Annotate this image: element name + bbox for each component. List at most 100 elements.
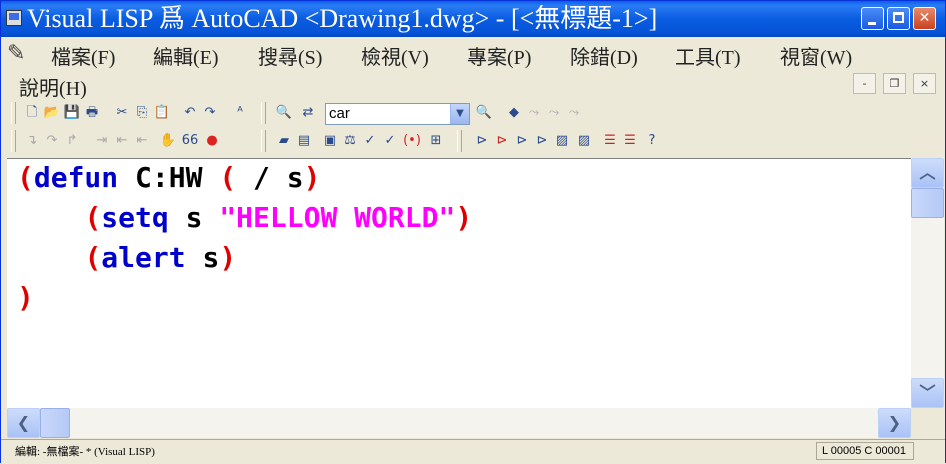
mdi-minimize-button[interactable]: - (853, 73, 876, 94)
scroll-up-arrow-icon[interactable]: ︿ (911, 158, 944, 188)
save-icon[interactable]: 💾 (63, 104, 81, 122)
minimize-icon (868, 22, 876, 25)
standard-toolbar: 🗋 📂 💾 🖶 ✂ ⎘ 📋 ↶ ↷ ᴬ 🔍 ⇄ car ▼ 🔍 ◆ ⤳ ⤳ ⤳ (9, 100, 939, 128)
menu-search[interactable]: 搜尋(S) (258, 41, 322, 70)
new-file-icon[interactable]: 🗋 (23, 104, 41, 122)
code-token: "HELLOW WORLD" (219, 201, 456, 234)
chevron-down-icon[interactable]: ▼ (450, 104, 469, 124)
help-icon[interactable]: ? (643, 132, 661, 150)
toolbar-grip[interactable] (457, 130, 462, 152)
select-window-icon[interactable]: ▤ (295, 132, 313, 150)
close-button[interactable]: ✕ (913, 7, 936, 30)
code-token: ) (455, 201, 473, 234)
scrollbar-corner (911, 408, 944, 438)
code-token: s (168, 201, 220, 234)
toggle-breakpoint-icon[interactable]: ✋ (159, 132, 177, 150)
quit-icon[interactable]: ⇤ (113, 132, 131, 150)
menu-help[interactable]: 說明(H) (19, 72, 87, 101)
scroll-down-arrow-icon[interactable]: ﹀ (911, 378, 944, 408)
format-selection-icon[interactable]: ⊞ (427, 132, 445, 150)
scroll-left-arrow-icon[interactable]: ❮ (7, 408, 40, 438)
paste-icon[interactable]: 📋 (153, 104, 171, 122)
previous-bookmark-icon[interactable]: ⤳ (545, 104, 563, 122)
step-into-icon[interactable]: ↴ (23, 132, 41, 150)
menu-edit[interactable]: 編輯(E) (153, 41, 219, 70)
code-line[interactable]: ) (17, 281, 34, 315)
activate-autocad-icon[interactable]: ▰ (275, 132, 293, 150)
clear-bookmarks-icon[interactable]: ⤳ (565, 104, 583, 122)
check-selection-icon[interactable]: ✓ (381, 132, 399, 150)
cut-icon[interactable]: ✂ (113, 104, 131, 122)
title-bar[interactable]: Visual LISP 爲 AutoCAD <Drawing1.dwg> - [… (1, 1, 945, 37)
code-token: C:HW (118, 161, 220, 194)
vertical-scrollbar[interactable]: ︿ ﹀ (911, 158, 944, 408)
comment-block-icon[interactable]: ☰ (601, 132, 619, 150)
stack-icon[interactable]: ▨ (575, 132, 593, 150)
mdi-close-button[interactable]: × (913, 73, 936, 94)
close-icon: ✕ (918, 10, 931, 26)
inspect-icon[interactable]: ⊳ (473, 132, 491, 150)
menu-project[interactable]: 專案(P) (467, 41, 531, 70)
mdi-restore-button[interactable]: ❐ (883, 73, 906, 94)
symbol-service-icon[interactable]: ⊳ (513, 132, 531, 150)
load-selection-icon[interactable]: ⚖ (341, 132, 359, 150)
load-active-window-icon[interactable]: ▣ (321, 132, 339, 150)
next-bookmark-icon[interactable]: ⤳ (525, 104, 543, 122)
menu-debug[interactable]: 除錯(D) (570, 41, 638, 70)
maximize-button[interactable] (887, 7, 910, 30)
toolbar-grip[interactable] (11, 102, 16, 124)
horizontal-scrollbar[interactable]: ❮ ❯ (7, 408, 911, 438)
reset-icon[interactable]: ⇤ (133, 132, 151, 150)
application-window: Visual LISP 爲 AutoCAD <Drawing1.dwg> - [… (0, 0, 946, 464)
complete-word-icon[interactable]: ᴬ (231, 104, 249, 122)
code-token: ( (84, 201, 102, 234)
minimize-button[interactable] (861, 7, 884, 30)
print-icon[interactable]: 🖶 (83, 104, 101, 122)
format-window-icon[interactable]: (•) (403, 132, 421, 150)
code-token: ( (17, 161, 34, 194)
find-icon[interactable]: 🔍 (275, 104, 293, 122)
check-window-icon[interactable]: ✓ (361, 132, 379, 150)
menu-bar: ✎ 檔案(F) 編輯(E) 搜尋(S) 檢視(V) 專案(P) 除錯(D) 工具… (1, 37, 945, 101)
watch-window-icon[interactable]: ▨ (553, 132, 571, 150)
toolbar-grip[interactable] (11, 130, 16, 152)
code-editor[interactable]: (defun C:HW ( / s) (setq s "HELLOW WORLD… (7, 158, 911, 409)
code-line[interactable]: (defun C:HW ( / s) (17, 161, 320, 195)
menu-window[interactable]: 視窗(W) (780, 41, 852, 70)
apropos-icon[interactable]: ⊳ (533, 132, 551, 150)
code-token: ) (17, 281, 34, 314)
code-token: defun (33, 161, 119, 194)
continue-icon[interactable]: ⇥ (93, 132, 111, 150)
redo-icon[interactable]: ↷ (201, 104, 219, 122)
visual-lisp-logo-icon[interactable]: ✎ (7, 41, 37, 67)
undo-icon[interactable]: ↶ (181, 104, 199, 122)
toggle-bookmark-icon[interactable]: ◆ (505, 104, 523, 122)
code-line[interactable]: (alert s) (17, 241, 236, 275)
menu-view[interactable]: 檢視(V) (361, 41, 429, 70)
add-watch-icon[interactable]: 66 (181, 132, 199, 150)
uncomment-block-icon[interactable]: ☰ (621, 132, 639, 150)
toolbar-grip[interactable] (261, 130, 266, 152)
replace-icon[interactable]: ⇄ (299, 104, 317, 122)
code-token: ( (84, 241, 102, 274)
menu-tools[interactable]: 工具(T) (675, 41, 741, 70)
last-break-icon[interactable]: ● (203, 132, 221, 150)
status-bar: 編輯: -無檔案- * (Visual LISP) L 00005 C 0000… (1, 439, 945, 464)
find-toolbar-icon[interactable]: 🔍 (475, 104, 493, 122)
toolbar-grip[interactable] (261, 102, 266, 124)
code-line[interactable]: (setq s "HELLOW WORLD") (17, 201, 472, 235)
copy-icon[interactable]: ⎘ (133, 104, 151, 122)
code-token: s (185, 241, 220, 274)
vertical-scroll-thumb[interactable] (911, 188, 944, 218)
menu-file[interactable]: 檔案(F) (51, 41, 115, 70)
open-file-icon[interactable]: 📂 (43, 104, 61, 122)
step-over-icon[interactable]: ↷ (43, 132, 61, 150)
horizontal-scroll-thumb[interactable] (40, 408, 70, 438)
scroll-right-arrow-icon[interactable]: ❯ (878, 408, 911, 438)
step-out-icon[interactable]: ↱ (63, 132, 81, 150)
app-icon[interactable] (6, 10, 22, 26)
trace-icon[interactable]: ⊳ (493, 132, 511, 150)
window-title: Visual LISP 爲 AutoCAD <Drawing1.dwg> - [… (27, 4, 658, 33)
search-combo-box[interactable]: car ▼ (325, 103, 470, 125)
search-combo-value[interactable]: car (329, 105, 350, 122)
